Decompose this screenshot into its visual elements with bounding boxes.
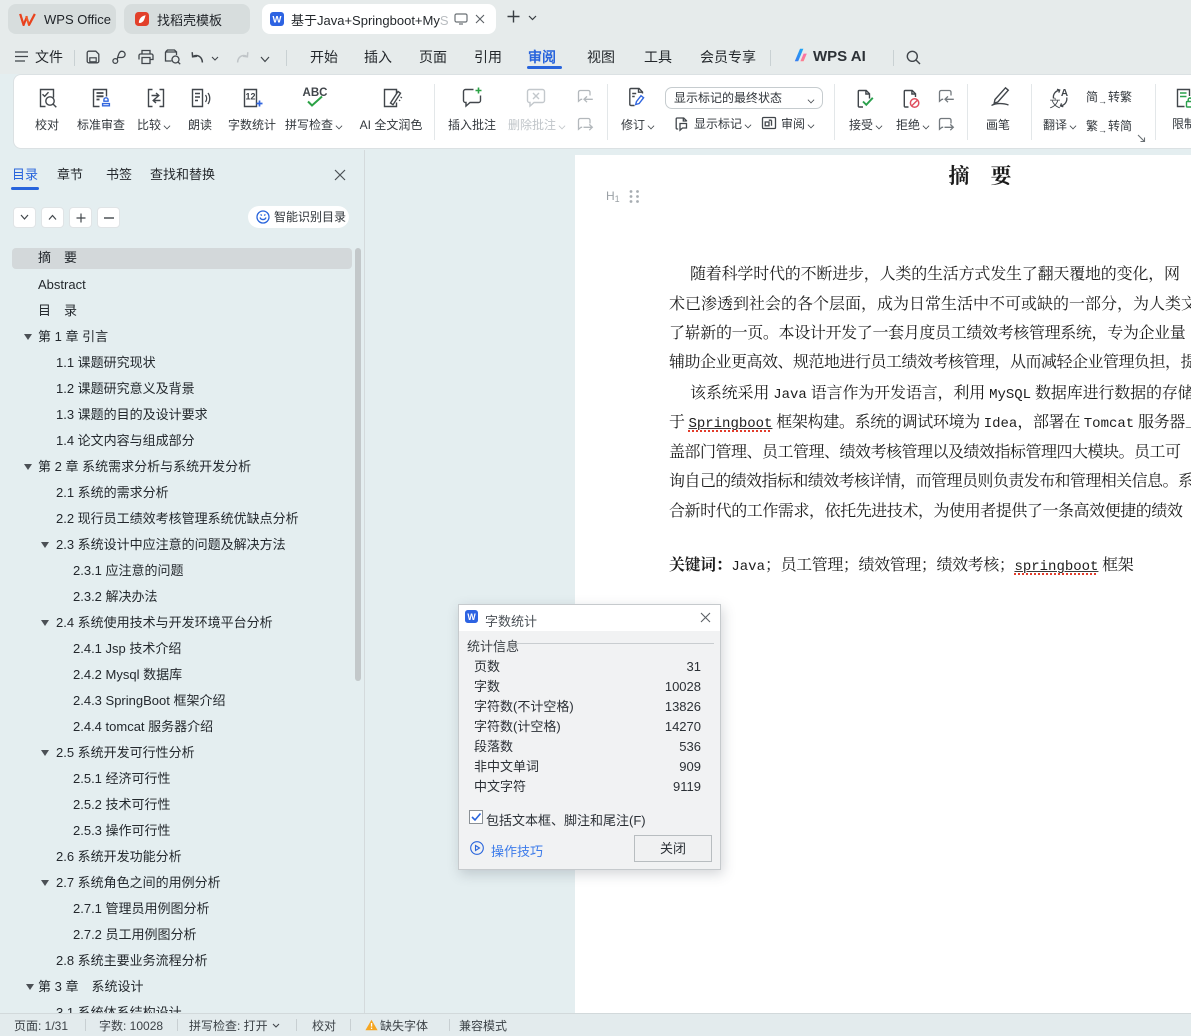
svg-text:W: W xyxy=(273,15,282,26)
svg-text:12: 12 xyxy=(245,92,255,102)
svg-text:A: A xyxy=(1061,88,1068,99)
svg-text:ABC: ABC xyxy=(303,87,328,99)
svg-text:W: W xyxy=(467,612,476,622)
svg-text:文: 文 xyxy=(1050,96,1061,110)
